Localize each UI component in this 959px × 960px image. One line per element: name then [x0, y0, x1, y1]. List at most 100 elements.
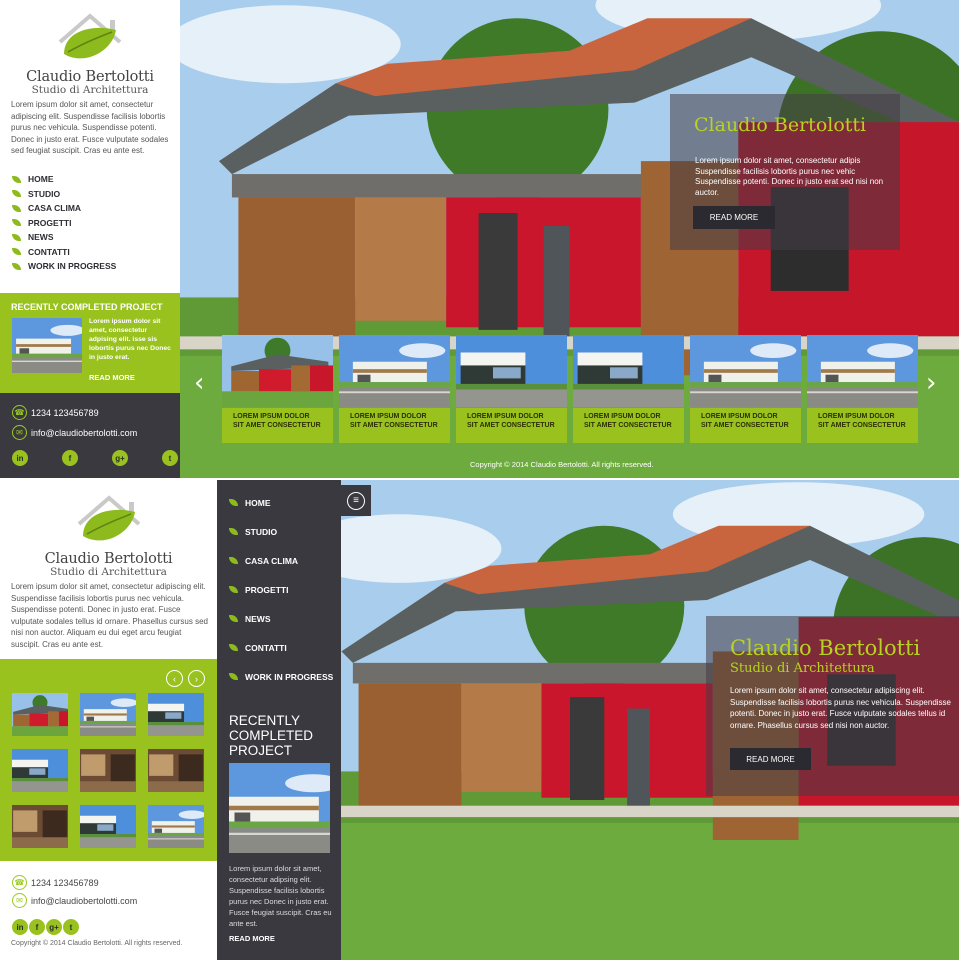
gallery-thumb[interactable] — [80, 749, 136, 792]
google-plus-icon[interactable]: g+ — [112, 450, 128, 466]
leaf-bullet-icon — [12, 190, 21, 198]
leaf-bullet-icon — [12, 248, 21, 256]
nav-item-studio[interactable]: STUDIO — [229, 517, 333, 546]
nav-item-progetti[interactable]: PROGETTI — [229, 575, 333, 604]
google-plus-icon[interactable]: g+ — [46, 919, 62, 935]
phone-icon: ☎ — [12, 405, 27, 420]
nav-label: CONTATTI — [245, 642, 287, 653]
recent-project-text: Lorem ipsum dolor sit amet, consectetur … — [89, 318, 171, 361]
carousel-item[interactable]: LOREM IPSUM DOLOR SIT AMET CONSECTETUR — [807, 335, 918, 443]
nav-item-casa-clima[interactable]: CASA CLIMA — [229, 546, 333, 575]
read-more-link[interactable]: READ MORE — [229, 934, 275, 943]
nav-label: CONTATTI — [28, 246, 70, 257]
recent-project-title: RECENTLY COMPLETED PROJECT — [229, 713, 314, 758]
nav-item-work-in-progress[interactable]: WORK IN PROGRESS — [229, 662, 333, 691]
phone-row: ☎ 1234 123456789 — [12, 875, 99, 890]
leaf-bullet-icon — [229, 528, 238, 535]
leaf-bullet-icon — [12, 233, 21, 241]
nav-label: STUDIO — [245, 526, 278, 537]
carousel-item[interactable]: LOREM IPSUM DOLOR SIT AMET CONSECTETUR — [456, 335, 567, 443]
brand-subtitle: Studio di Architettura — [31, 84, 149, 96]
nav-item-home[interactable]: HOME — [12, 172, 116, 187]
facebook-icon[interactable]: f — [29, 919, 45, 935]
chevron-right-icon[interactable]: › — [188, 670, 205, 687]
menu-toggle-button[interactable]: ≡ — [341, 485, 371, 516]
leaf-bullet-icon — [229, 499, 238, 506]
carousel-item[interactable]: LOREM IPSUM DOLOR SIT AMET CONSECTETUR — [690, 335, 801, 443]
leaf-house-logo-icon — [77, 495, 140, 541]
email-address: info@claudiobertolotti.com — [31, 895, 138, 906]
leaf-bullet-icon — [229, 586, 238, 593]
copyright: Copyright © 2014 Claudio Bertolotti. All… — [470, 460, 654, 469]
gallery-thumb[interactable] — [80, 805, 136, 848]
social-links: in f g+ t — [12, 450, 178, 466]
menu-icon: ≡ — [347, 491, 365, 510]
nav-item-progetti[interactable]: PROGETTI — [12, 216, 116, 231]
nav-column: HOME STUDIO CASA CLIMA PROGETTI NEWS CON… — [217, 480, 341, 960]
hero-subtitle: Studio di Architettura — [730, 661, 875, 676]
carousel-item[interactable]: LOREM IPSUM DOLOR SIT AMET CONSECTETUR — [222, 335, 333, 443]
leaf-bullet-icon — [12, 262, 21, 270]
twitter-icon[interactable]: t — [162, 450, 178, 466]
nav-label: NEWS — [28, 232, 54, 243]
carousel-caption: LOREM IPSUM DOLOR SIT AMET CONSECTETUR — [339, 408, 450, 443]
intro-text: Lorem ipsum dolor sit amet, consectetur … — [11, 100, 169, 155]
nav-item-casa-clima[interactable]: CASA CLIMA — [12, 201, 116, 216]
hero-overlay: Claudio Bertolotti Lorem ipsum dolor sit… — [670, 94, 900, 250]
main-nav: HOME STUDIO CASA CLIMA PROGETTI NEWS CON… — [229, 488, 333, 691]
carousel-next-icon[interactable]: › — [926, 368, 936, 398]
gallery-thumb[interactable] — [12, 805, 68, 848]
phone-number: 1234 123456789 — [31, 407, 99, 418]
nav-label: WORK IN PROGRESS — [28, 261, 117, 272]
linkedin-icon[interactable]: in — [12, 919, 28, 935]
leaf-house-logo-icon — [58, 13, 122, 59]
hero-read-more-button[interactable]: READ MORE — [693, 206, 775, 229]
carousel-thumb — [339, 335, 450, 407]
hero-read-more-button[interactable]: READ MORE — [730, 748, 811, 770]
nav-item-contatti[interactable]: CONTATTI — [229, 633, 333, 662]
brand-name: Claudio Bertolotti — [26, 69, 154, 85]
nav-item-news[interactable]: NEWS — [12, 230, 116, 245]
gallery-thumb[interactable] — [12, 693, 68, 736]
gallery-thumb[interactable] — [148, 805, 204, 848]
carousel-item[interactable]: LOREM IPSUM DOLOR SIT AMET CONSECTETUR — [339, 335, 450, 443]
phone-number: 1234 123456789 — [31, 877, 99, 888]
nav-label: NEWS — [245, 613, 271, 624]
twitter-icon[interactable]: t — [63, 919, 79, 935]
chevron-left-icon[interactable]: ‹ — [166, 670, 183, 687]
facebook-icon[interactable]: f — [62, 450, 78, 466]
logo[interactable]: Claudio Bertolotti Studio di Architettur… — [0, 0, 180, 96]
linkedin-icon[interactable]: in — [12, 450, 28, 466]
carousel-thumb — [222, 335, 333, 407]
nav-item-news[interactable]: NEWS — [229, 604, 333, 633]
brand-subtitle: Studio di Architettura — [50, 566, 167, 578]
email-row[interactable]: ✉ info@claudiobertolotti.com — [12, 425, 137, 440]
gallery-thumb[interactable] — [12, 749, 68, 792]
contact-box: ☎ 1234 123456789 ✉ info@claudiobertolotti.… — [0, 393, 180, 478]
leaf-bullet-icon — [12, 175, 21, 183]
carousel-caption: LOREM IPSUM DOLOR SIT AMET CONSECTETUR — [690, 408, 801, 443]
recent-project-thumb[interactable] — [12, 318, 82, 373]
nav-item-contatti[interactable]: CONTATTI — [12, 245, 116, 260]
gallery-thumb[interactable] — [80, 693, 136, 736]
nav-item-work-in-progress[interactable]: WORK IN PROGRESS — [12, 259, 116, 274]
phone-icon: ☎ — [12, 875, 27, 890]
nav-item-studio[interactable]: STUDIO — [12, 187, 116, 202]
logo[interactable]: Claudio Bertolotti Studio di Architettur… — [0, 480, 217, 578]
hero-overlay: Claudio Bertolotti Studio di Architettur… — [706, 616, 959, 796]
carousel-prev-icon[interactable]: ‹ — [194, 368, 204, 398]
gallery-thumb[interactable] — [148, 693, 204, 736]
recent-project-thumb[interactable] — [229, 763, 330, 853]
email-row[interactable]: ✉ info@claudiobertolotti.com — [12, 893, 137, 908]
gallery-thumb[interactable] — [148, 749, 204, 792]
hero-title: Claudio Bertolotti — [694, 114, 867, 136]
hero-title: Claudio Bertolotti — [730, 636, 921, 660]
leaf-bullet-icon — [229, 615, 238, 622]
carousel-item[interactable]: LOREM IPSUM DOLOR SIT AMET CONSECTETUR — [573, 335, 684, 443]
leaf-bullet-icon — [229, 673, 238, 680]
copyright: Copyright © 2014 Claudio Bertolotti. All… — [11, 940, 183, 947]
nav-item-home[interactable]: HOME — [229, 488, 333, 517]
read-more-link[interactable]: READ MORE — [89, 373, 135, 382]
envelope-icon: ✉ — [12, 425, 27, 440]
intro-text: Lorem ipsum dolor sit amet, consectetur … — [11, 582, 208, 649]
